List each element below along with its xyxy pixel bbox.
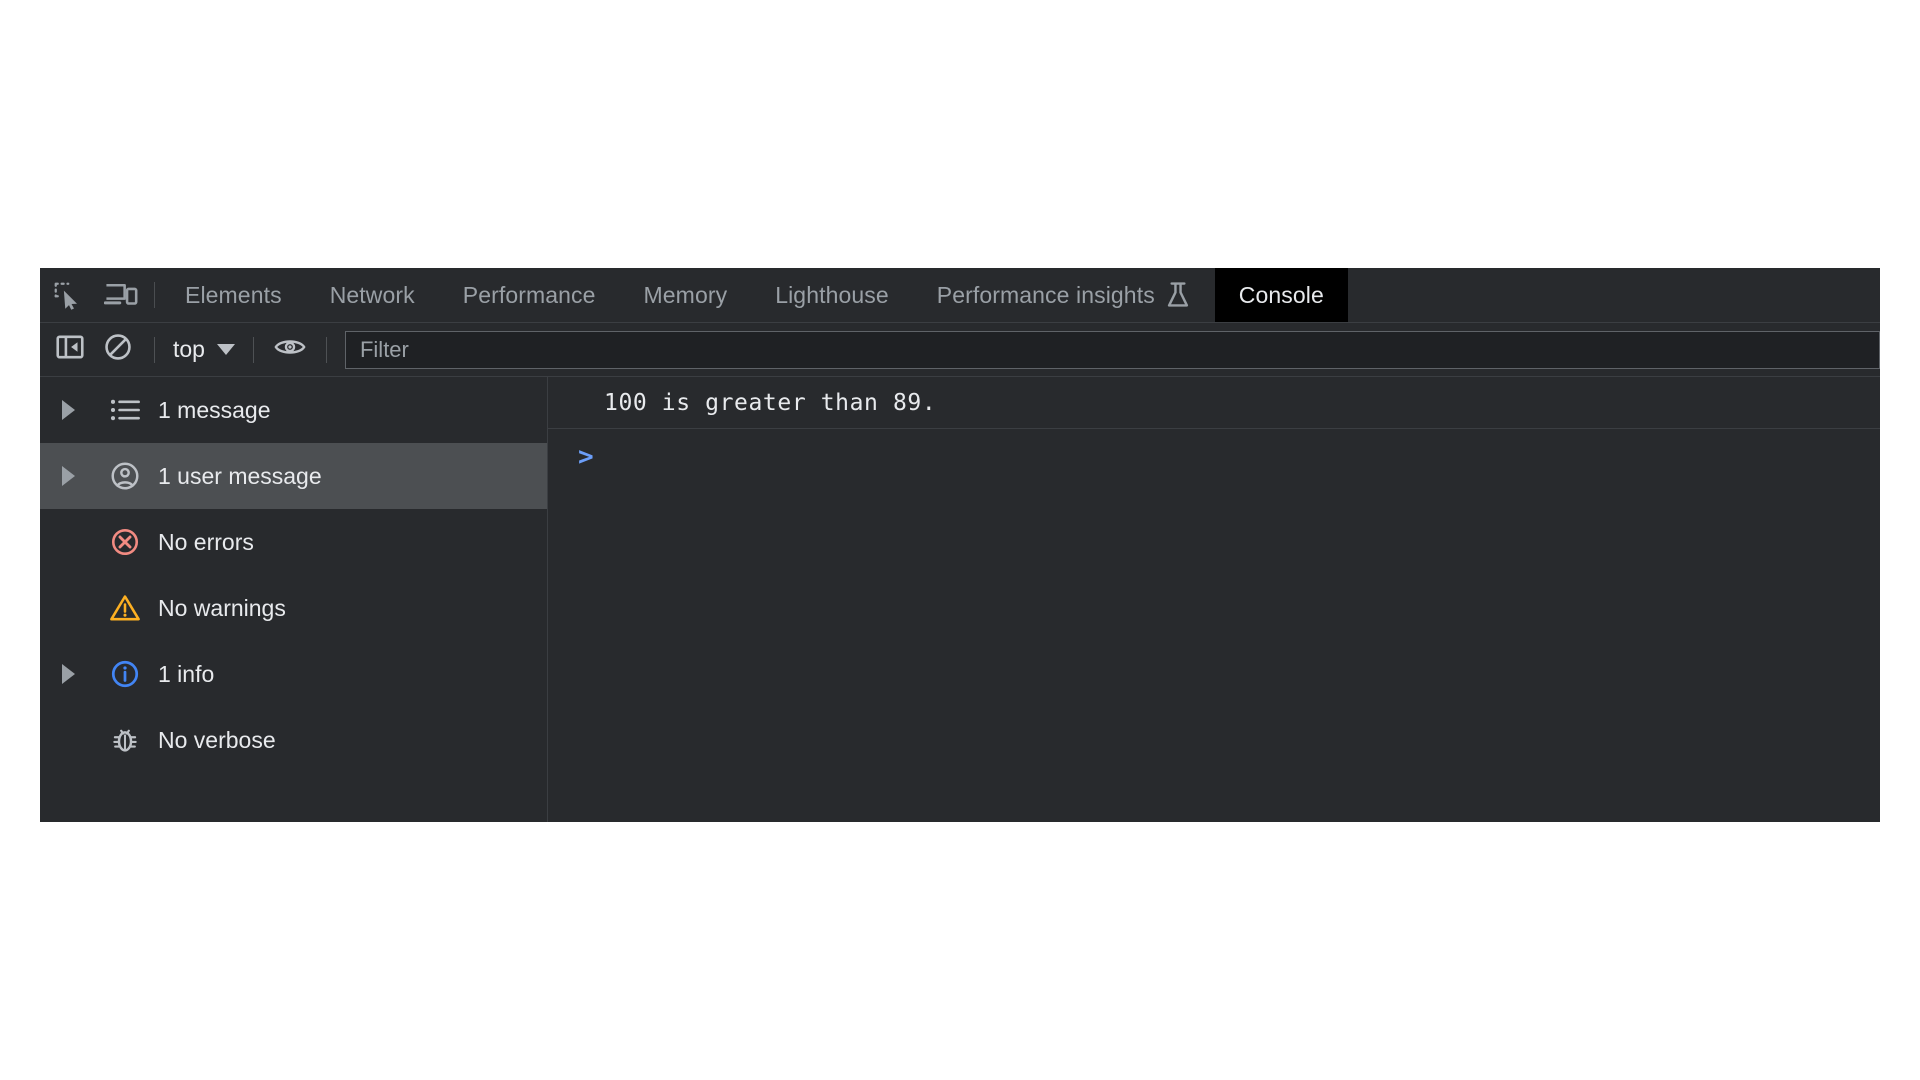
eye-icon <box>274 334 306 365</box>
clear-console-icon <box>103 332 133 367</box>
user-icon <box>96 461 154 491</box>
devtools-tabbar: Elements Network Performance Memory Ligh… <box>40 268 1880 323</box>
chevron-down-icon <box>216 344 235 355</box>
tab-performance[interactable]: Performance <box>439 268 620 322</box>
tab-label: Performance <box>462 281 596 308</box>
sidebar-item-label: No errors <box>158 528 254 555</box>
devtools-panel: Elements Network Performance Memory Ligh… <box>40 268 1880 822</box>
expand-triangle-wrap[interactable] <box>40 400 96 420</box>
chevron-right-icon <box>61 664 75 684</box>
console-body: 1 message 1 user message No errors No wa… <box>40 377 1880 822</box>
device-toolbar-icon <box>104 280 138 310</box>
tab-label: Lighthouse <box>775 281 889 308</box>
chevron-right-icon <box>61 466 75 486</box>
devtools-tab-list: Elements Network Performance Memory Ligh… <box>161 268 1880 322</box>
expand-triangle-wrap[interactable] <box>40 664 96 684</box>
tab-elements[interactable]: Elements <box>161 268 306 322</box>
execution-context-selector[interactable]: top <box>167 336 241 363</box>
toolbar-divider <box>154 282 155 308</box>
flask-icon <box>1165 281 1191 309</box>
prompt-caret-icon: > <box>578 442 594 472</box>
tab-label: Performance insights <box>936 281 1155 308</box>
chevron-right-icon <box>61 400 75 420</box>
toolbar-divider <box>325 336 327 363</box>
sidebar-item-label: 1 info <box>158 660 215 687</box>
info-icon <box>96 659 154 689</box>
tab-lighthouse[interactable]: Lighthouse <box>751 268 913 322</box>
console-toolbar: top <box>40 323 1880 377</box>
console-sidebar: 1 message 1 user message No errors No wa… <box>40 377 548 822</box>
tab-label: Elements <box>185 281 282 308</box>
console-prompt-row[interactable]: > <box>548 429 1880 485</box>
filter-input-wrapper[interactable] <box>344 330 1880 369</box>
sidebar-item-all-messages[interactable]: 1 message <box>40 377 547 443</box>
console-message-text: 100 is greater than 89. <box>604 389 937 416</box>
tab-label: Network <box>329 281 415 308</box>
console-prompt-input[interactable] <box>606 437 1880 477</box>
inspect-element-icon <box>52 280 82 310</box>
bug-icon <box>96 725 154 755</box>
expand-triangle-wrap[interactable] <box>40 466 96 486</box>
clear-console-button[interactable] <box>94 323 142 377</box>
tab-console[interactable]: Console <box>1214 268 1348 322</box>
sidebar-toggle-icon <box>55 332 85 367</box>
tab-memory[interactable]: Memory <box>620 268 752 322</box>
tab-label: Console <box>1238 281 1324 308</box>
sidebar-item-info[interactable]: 1 info <box>40 641 547 707</box>
sidebar-item-warnings[interactable]: No warnings <box>40 575 547 641</box>
console-message-row[interactable]: 100 is greater than 89. <box>548 377 1880 429</box>
console-output: 100 is greater than 89. > <box>548 377 1880 822</box>
live-expression-button[interactable] <box>266 323 314 377</box>
toolbar-divider <box>252 336 254 363</box>
sidebar-item-label: 1 user message <box>158 462 322 489</box>
sidebar-item-label: 1 message <box>158 396 271 423</box>
tab-performance-insights[interactable]: Performance insights <box>913 268 1215 322</box>
toolbar-divider <box>154 336 155 363</box>
sidebar-item-verbose[interactable]: No verbose <box>40 707 547 773</box>
sidebar-item-label: No warnings <box>158 594 286 621</box>
list-icon <box>96 397 154 423</box>
tab-label: Memory <box>643 281 728 308</box>
sidebar-toggle-button[interactable] <box>46 323 94 377</box>
device-toolbar-button[interactable] <box>94 268 148 322</box>
error-icon <box>96 527 154 557</box>
sidebar-item-label: No verbose <box>158 726 276 753</box>
warning-icon <box>96 593 154 623</box>
sidebar-item-errors[interactable]: No errors <box>40 509 547 575</box>
tab-network[interactable]: Network <box>306 268 439 322</box>
execution-context-label: top <box>173 336 205 362</box>
inspect-element-button[interactable] <box>40 268 94 322</box>
filter-input[interactable] <box>357 335 1867 364</box>
sidebar-item-user-messages[interactable]: 1 user message <box>40 443 547 509</box>
